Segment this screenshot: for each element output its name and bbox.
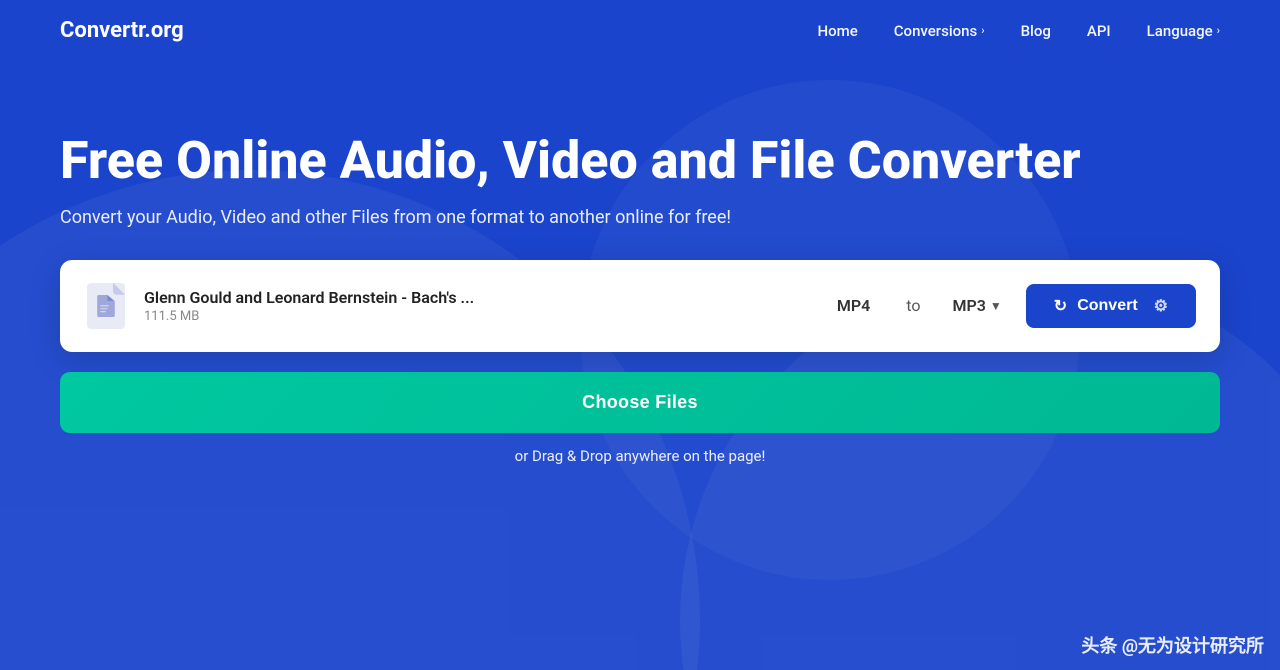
- convert-button-label: Convert: [1077, 297, 1137, 315]
- main-content: Free Online Audio, Video and File Conver…: [0, 61, 1280, 505]
- chevron-right-icon: ›: [981, 24, 984, 37]
- chevron-right-icon-lang: ›: [1217, 24, 1220, 37]
- convert-icon: ↻: [1054, 296, 1067, 316]
- hero-title: Free Online Audio, Video and File Conver…: [60, 131, 1160, 191]
- nav-item-language[interactable]: Language ›: [1147, 22, 1220, 40]
- drag-drop-text: or Drag & Drop anywhere on the page!: [60, 447, 1220, 465]
- format-to: MP3: [953, 296, 986, 315]
- logo[interactable]: Convertr.org: [60, 18, 184, 43]
- format-from: MP4: [825, 296, 882, 315]
- nav-item-home[interactable]: Home: [818, 22, 858, 40]
- file-info: Glenn Gould and Leonard Bernstein - Bach…: [144, 288, 809, 324]
- dropdown-arrow-icon: ▼: [990, 299, 1002, 313]
- format-to-dropdown[interactable]: MP3 ▼: [945, 296, 1010, 315]
- document-icon: [97, 295, 115, 317]
- choose-files-button[interactable]: Choose Files: [60, 372, 1220, 433]
- watermark: 头条 @无为设计研究所: [1081, 632, 1264, 658]
- nav-item-conversions[interactable]: Conversions ›: [894, 22, 985, 40]
- converter-card: Glenn Gould and Leonard Bernstein - Bach…: [60, 260, 1220, 352]
- nav-item-api[interactable]: API: [1087, 22, 1111, 40]
- nav: Home Conversions › Blog API Language ›: [818, 22, 1221, 40]
- file-size: 111.5 MB: [144, 309, 809, 324]
- settings-icon: ⚙: [1154, 296, 1168, 316]
- file-icon-wrap: [84, 280, 128, 332]
- convert-button[interactable]: ↻ Convert ⚙: [1026, 284, 1196, 328]
- nav-item-blog[interactable]: Blog: [1021, 22, 1051, 40]
- header: Convertr.org Home Conversions › Blog API…: [0, 0, 1280, 61]
- hero-subtitle: Convert your Audio, Video and other File…: [60, 207, 1220, 228]
- to-label: to: [898, 296, 928, 315]
- file-name: Glenn Gould and Leonard Bernstein - Bach…: [144, 288, 809, 307]
- file-icon: [87, 283, 125, 329]
